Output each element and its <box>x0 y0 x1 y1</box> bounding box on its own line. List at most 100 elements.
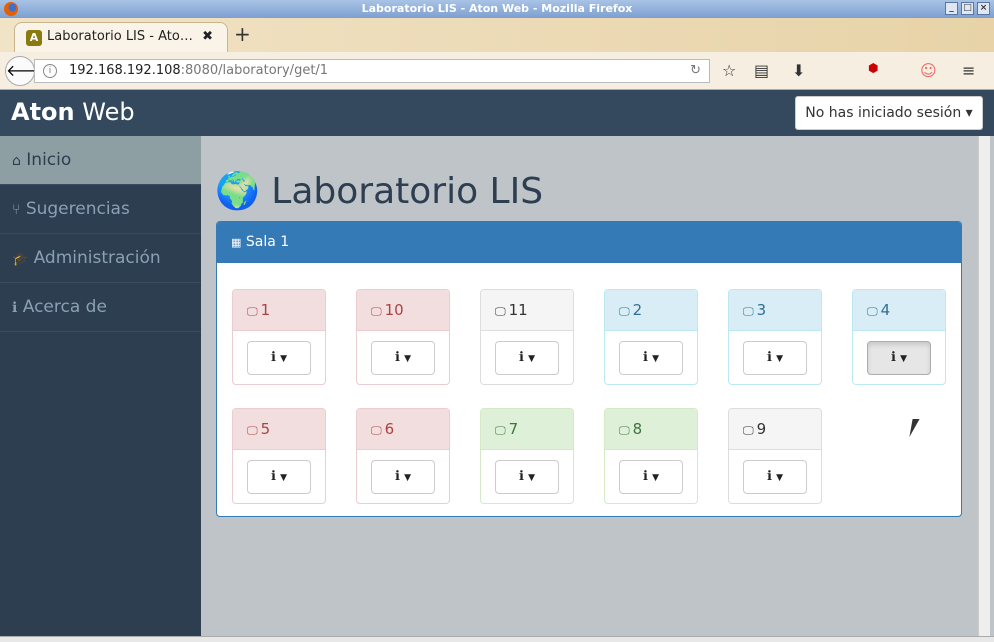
extension-icon[interactable]: ☺ <box>920 61 937 80</box>
menu-icon[interactable]: ≡ <box>962 61 975 80</box>
url-bar[interactable]: i 192.168.192.108:8080/laboratory/get/1 ↻ <box>34 59 710 83</box>
room-name: Sala 1 <box>245 234 290 250</box>
room-panel: ▦ Sala 1 🖵 1 ℹ ▼ 🖵 10 ℹ ▼ 🖵 11 ℹ ▼ 🖵 2 ℹ ▼ 🖵 3 ℹ … <box>216 221 962 517</box>
sidebar-item-inicio[interactable]: ⌂ Inicio <box>0 136 201 185</box>
computer-info-dropdown[interactable]: ℹ ▼ <box>247 341 311 375</box>
brand[interactable]: Aton Web <box>11 98 135 126</box>
monitor-icon: 🖵 <box>371 305 382 318</box>
download-icon[interactable]: ⬇ <box>792 61 805 80</box>
monitor-icon: 🖵 <box>371 424 382 437</box>
computer-heading: 🖵 6 <box>357 409 449 450</box>
home-icon: ⌂ <box>12 153 21 169</box>
monitor-icon: 🖵 <box>247 305 258 318</box>
caret-down-icon: ▼ <box>528 473 535 483</box>
url-host: 192.168.192.108 <box>69 63 181 78</box>
computer-info-dropdown[interactable]: ℹ ▼ <box>619 341 683 375</box>
globe-icon: 🌍 <box>215 171 260 212</box>
adblock-icon[interactable]: ⬢ <box>868 61 878 75</box>
computer-label: 9 <box>756 420 767 438</box>
computer-heading: 🖵 2 <box>605 290 697 331</box>
info-icon: ℹ <box>270 350 276 365</box>
computer-info-dropdown[interactable]: ℹ ▼ <box>867 341 931 375</box>
info-icon: ℹ <box>766 350 772 365</box>
computer-info-dropdown[interactable]: ℹ ▼ <box>371 460 435 494</box>
info-icon[interactable]: i <box>43 64 57 78</box>
monitor-icon: 🖵 <box>247 424 258 437</box>
computer-info-dropdown[interactable]: ℹ ▼ <box>247 460 311 494</box>
back-button[interactable]: 🡐 <box>5 56 49 86</box>
computer-label: 5 <box>260 420 271 438</box>
computer-heading: 🖵 8 <box>605 409 697 450</box>
sidebar-item-label: Inicio <box>26 150 72 170</box>
monitor-icon: 🖵 <box>495 424 506 437</box>
computer-heading: 🖵 10 <box>357 290 449 331</box>
computer-info-dropdown[interactable]: ℹ ▼ <box>619 460 683 494</box>
computer-card: 🖵 3 ℹ ▼ <box>728 289 822 385</box>
sidebar-item-administracion[interactable]: 🎓 Administración <box>0 234 201 283</box>
computer-card: 🖵 9 ℹ ▼ <box>728 408 822 504</box>
window-titlebar: Laboratorio LIS - Aton Web - Mozilla Fir… <box>0 0 994 18</box>
room-heading: ▦ Sala 1 <box>217 222 961 263</box>
monitor-icon: 🖵 <box>743 424 754 437</box>
computer-info-dropdown[interactable]: ℹ ▼ <box>371 341 435 375</box>
page-title-text: Laboratorio LIS <box>271 171 544 212</box>
url-path: :8080/laboratory/get/1 <box>180 63 329 78</box>
reload-icon[interactable]: ↻ <box>690 60 701 82</box>
computer-card: 🖵 10 ℹ ▼ <box>356 289 450 385</box>
computer-info-dropdown[interactable]: ℹ ▼ <box>495 341 559 375</box>
caret-down-icon: ▼ <box>280 354 287 364</box>
caret-down-icon: ▼ <box>404 354 411 364</box>
new-tab-button[interactable]: + <box>234 22 251 46</box>
minimize-button[interactable]: _ <box>945 2 958 15</box>
reader-list-icon[interactable]: ▤ <box>754 61 769 80</box>
computer-label: 10 <box>384 301 404 319</box>
computer-heading: 🖵 1 <box>233 290 325 331</box>
close-window-button[interactable]: × <box>977 2 990 15</box>
sidebar-item-label: Acerca de <box>22 297 107 317</box>
login-dropdown[interactable]: No has iniciado sesión ▾ <box>795 96 983 130</box>
computer-info-dropdown[interactable]: ℹ ▼ <box>743 341 807 375</box>
graduation-cap-icon: 🎓 <box>12 252 29 267</box>
firefox-icon <box>4 2 18 16</box>
sidebar-item-sugerencias[interactable]: ⑂ Sugerencias <box>0 185 201 234</box>
favicon-icon: A <box>26 30 42 46</box>
monitor-icon: 🖵 <box>867 305 878 318</box>
computer-info-dropdown[interactable]: ℹ ▼ <box>495 460 559 494</box>
caret-down-icon: ▼ <box>528 354 535 364</box>
caret-down-icon: ▼ <box>652 354 659 364</box>
caret-down-icon: ▼ <box>404 473 411 483</box>
info-icon: ℹ <box>394 350 400 365</box>
caret-down-icon: ▼ <box>652 473 659 483</box>
fork-icon: ⑂ <box>12 202 21 218</box>
computer-label: 2 <box>632 301 643 319</box>
bookmark-star-icon[interactable]: ☆ <box>722 61 736 80</box>
computer-info-dropdown[interactable]: ℹ ▼ <box>743 460 807 494</box>
monitor-icon: 🖵 <box>619 424 630 437</box>
sidebar-item-label: Sugerencias <box>25 199 130 219</box>
computer-heading: 🖵 4 <box>853 290 945 331</box>
info-icon: ℹ <box>642 350 648 365</box>
computer-label: 8 <box>632 420 643 438</box>
computer-label: 3 <box>756 301 767 319</box>
computer-label: 7 <box>508 420 519 438</box>
maximize-button[interactable]: □ <box>961 2 974 15</box>
caret-down-icon: ▼ <box>900 354 907 364</box>
nav-toolbar: 🡐 i 192.168.192.108:8080/laboratory/get/1… <box>0 52 994 90</box>
monitor-icon: 🖵 <box>495 305 506 318</box>
caret-down-icon: ▼ <box>280 473 287 483</box>
info-icon: ℹ <box>642 469 648 484</box>
page-title: 🌍 Laboratorio LIS <box>215 170 543 212</box>
browser-tab[interactable]: A Laboratorio LIS - Ato… ✖ <box>14 22 228 52</box>
close-tab-icon[interactable]: ✖ <box>202 23 213 51</box>
scrollbar[interactable] <box>978 136 990 636</box>
caret-down-icon: ▼ <box>776 354 783 364</box>
info-circle-icon: ℹ <box>12 300 18 316</box>
info-icon: ℹ <box>518 469 524 484</box>
computer-card: 🖵 1 ℹ ▼ <box>232 289 326 385</box>
computer-card: 🖵 7 ℹ ▼ <box>480 408 574 504</box>
computer-label: 1 <box>260 301 271 319</box>
computer-card: 🖵 8 ℹ ▼ <box>604 408 698 504</box>
info-icon: ℹ <box>766 469 772 484</box>
sidebar-item-acerca[interactable]: ℹ Acerca de <box>0 283 201 332</box>
tab-bar: A Laboratorio LIS - Ato… ✖ + <box>0 18 994 52</box>
